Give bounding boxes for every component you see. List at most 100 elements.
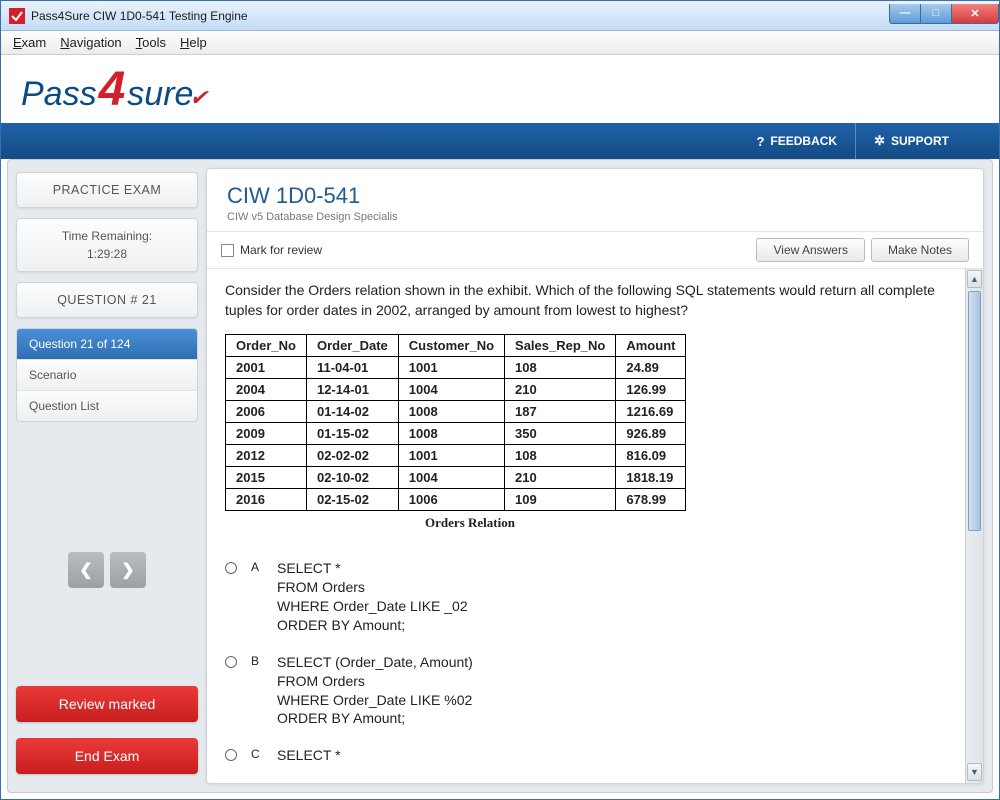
question-text: Consider the Orders relation shown in th… xyxy=(225,281,947,320)
table-row: 201602-15-021006109678.99 xyxy=(226,489,686,511)
table-cell: 210 xyxy=(505,467,616,489)
tab-current-question[interactable]: Question 21 of 124 xyxy=(17,329,197,359)
practice-exam-card[interactable]: PRACTICE EXAM xyxy=(16,172,198,208)
logo-strip: Pass 4 sure ✔ xyxy=(1,55,999,123)
table-cell: 24.89 xyxy=(616,357,686,379)
feedback-button[interactable]: ? FEEDBACK xyxy=(738,123,855,159)
table-cell: 2012 xyxy=(226,445,307,467)
mark-label: Mark for review xyxy=(240,243,322,257)
prev-button[interactable]: ❮ xyxy=(68,552,104,588)
body: PRACTICE EXAM Time Remaining: 1:29:28 QU… xyxy=(7,159,993,793)
table-cell: 816.09 xyxy=(616,445,686,467)
menu-bar: Exam Navigation Tools Help xyxy=(1,31,999,55)
maximize-button[interactable]: □ xyxy=(920,4,952,24)
table-cell: 108 xyxy=(505,445,616,467)
table-cell: 02-02-02 xyxy=(306,445,398,467)
mark-checkbox[interactable] xyxy=(221,244,234,257)
choice-text: SELECT * xyxy=(277,746,341,765)
choice-text: SELECT (Order_Date, Amount) FROM Orders … xyxy=(277,653,473,729)
logo-mid: 4 xyxy=(99,62,126,117)
table-cell: 1216.69 xyxy=(616,401,686,423)
scrollbar[interactable]: ▲ ▼ xyxy=(965,269,983,783)
support-label: SUPPORT xyxy=(891,134,949,148)
table-row: 200111-04-01100110824.89 xyxy=(226,357,686,379)
practice-exam-label: PRACTICE EXAM xyxy=(21,183,193,197)
answer-choice[interactable]: ASELECT * FROM Orders WHERE Order_Date L… xyxy=(225,559,947,635)
close-button[interactable]: ✕ xyxy=(951,4,999,24)
toolbar: Mark for review View Answers Make Notes xyxy=(207,232,983,269)
table-cell: 2015 xyxy=(226,467,307,489)
table-header: Order_Date xyxy=(306,335,398,357)
radio-button[interactable] xyxy=(225,656,237,668)
sidebar: PRACTICE EXAM Time Remaining: 1:29:28 QU… xyxy=(8,160,206,792)
end-exam-button[interactable]: End Exam xyxy=(16,738,198,774)
table-cell: 1004 xyxy=(398,467,504,489)
check-icon: ✔ xyxy=(189,85,207,111)
radio-button[interactable] xyxy=(225,562,237,574)
tab-scenario[interactable]: Scenario xyxy=(17,359,197,390)
window-controls: — □ ✕ xyxy=(890,4,999,24)
minimize-button[interactable]: — xyxy=(889,4,921,24)
choice-letter: C xyxy=(251,747,263,761)
view-answers-button[interactable]: View Answers xyxy=(756,238,864,262)
answer-choice[interactable]: B SELECT (Order_Date, Amount) FROM Orders… xyxy=(225,653,947,729)
table-row: 201502-10-0210042101818.19 xyxy=(226,467,686,489)
menu-exam[interactable]: Exam xyxy=(13,35,46,50)
exhibit-caption: Orders Relation xyxy=(225,515,715,531)
table-header: Sales_Rep_No xyxy=(505,335,616,357)
table-cell: 1001 xyxy=(398,445,504,467)
window-title: Pass4Sure CIW 1D0-541 Testing Engine xyxy=(31,9,890,23)
table-cell: 1006 xyxy=(398,489,504,511)
logo-left: Pass xyxy=(21,75,97,114)
review-marked-button[interactable]: Review marked xyxy=(16,686,198,722)
table-cell: 109 xyxy=(505,489,616,511)
content-scroll: Consider the Orders relation shown in th… xyxy=(207,269,983,783)
table-cell: 2009 xyxy=(226,423,307,445)
table-cell: 02-10-02 xyxy=(306,467,398,489)
exam-title: CIW 1D0-541 xyxy=(227,183,963,209)
table-cell: 926.89 xyxy=(616,423,686,445)
table-cell: 187 xyxy=(505,401,616,423)
main-panel: CIW 1D0-541 CIW v5 Database Design Speci… xyxy=(206,168,984,784)
table-cell: 108 xyxy=(505,357,616,379)
title-bar[interactable]: Pass4Sure CIW 1D0-541 Testing Engine — □… xyxy=(1,1,999,31)
time-value: 1:29:28 xyxy=(21,247,193,261)
table-row: 201202-02-021001108816.09 xyxy=(226,445,686,467)
app-icon xyxy=(9,8,25,24)
app-window: Pass4Sure CIW 1D0-541 Testing Engine — □… xyxy=(0,0,1000,800)
table-cell: 1004 xyxy=(398,379,504,401)
support-button[interactable]: ✲ SUPPORT xyxy=(855,123,967,159)
question-icon: ? xyxy=(756,134,764,149)
scroll-down-button[interactable]: ▼ xyxy=(967,763,982,781)
main-header: CIW 1D0-541 CIW v5 Database Design Speci… xyxy=(207,169,983,232)
choice-text: SELECT * FROM Orders WHERE Order_Date LI… xyxy=(277,559,468,635)
table-cell: 2016 xyxy=(226,489,307,511)
choice-letter: B xyxy=(251,654,263,668)
answer-choice[interactable]: C SELECT * xyxy=(225,746,947,765)
tab-question-list[interactable]: Question List xyxy=(17,390,197,421)
menu-tools[interactable]: Tools xyxy=(136,35,166,50)
table-cell: 2004 xyxy=(226,379,307,401)
scroll-up-button[interactable]: ▲ xyxy=(967,270,982,288)
table-cell: 11-04-01 xyxy=(306,357,398,379)
nav-arrows: ❮ ❯ xyxy=(16,552,198,588)
question-content: Consider the Orders relation shown in th… xyxy=(207,269,965,783)
question-number-label: QUESTION # 21 xyxy=(21,293,193,307)
table-cell: 12-14-01 xyxy=(306,379,398,401)
feedback-label: FEEDBACK xyxy=(770,134,837,148)
table-row: 200901-15-021008350926.89 xyxy=(226,423,686,445)
next-button[interactable]: ❯ xyxy=(110,552,146,588)
sidebar-tabs: Question 21 of 124 Scenario Question Lis… xyxy=(16,328,198,422)
make-notes-button[interactable]: Make Notes xyxy=(871,238,969,262)
table-cell: 2001 xyxy=(226,357,307,379)
table-cell: 350 xyxy=(505,423,616,445)
table-row: 200412-14-011004210126.99 xyxy=(226,379,686,401)
menu-navigation[interactable]: Navigation xyxy=(60,35,121,50)
scroll-thumb[interactable] xyxy=(968,291,981,531)
table-cell: 2006 xyxy=(226,401,307,423)
radio-button[interactable] xyxy=(225,749,237,761)
gear-icon: ✲ xyxy=(874,133,885,149)
table-cell: 01-15-02 xyxy=(306,423,398,445)
menu-help[interactable]: Help xyxy=(180,35,207,50)
exam-subtitle: CIW v5 Database Design Specialis xyxy=(227,211,963,223)
